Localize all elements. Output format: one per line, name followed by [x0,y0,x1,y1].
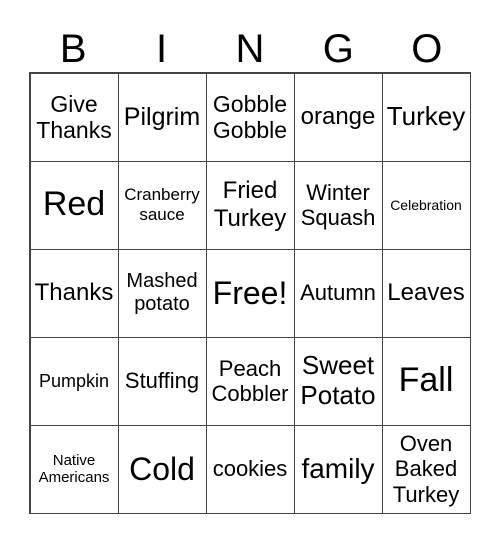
bingo-cell[interactable]: Native Americans [29,424,119,514]
bingo-cell[interactable]: Autumn [293,248,383,338]
bingo-cell[interactable]: Cold [117,424,207,514]
bingo-cell[interactable]: family [293,424,383,514]
bingo-cell[interactable]: Thanks [29,248,119,338]
bingo-cell[interactable]: Cranberry sauce [117,160,207,250]
bingo-header: B I N G O [29,26,471,72]
bingo-cell[interactable]: Red [29,160,119,250]
header-letter-i: I [156,27,168,71]
free-space-cell[interactable]: Free! [205,248,295,338]
bingo-cell[interactable]: Oven Baked Turkey [381,424,471,514]
header-letter-o: O [411,27,443,71]
bingo-cell[interactable]: Pilgrim [117,72,207,162]
bingo-cell[interactable]: Fried Turkey [205,160,295,250]
header-letter-g: G [322,27,354,71]
bingo-cell[interactable]: Celebration [381,160,471,250]
bingo-cell[interactable]: Sweet Potato [293,336,383,426]
bingo-cell[interactable]: Give Thanks [29,72,119,162]
bingo-cell[interactable]: Pumpkin [29,336,119,426]
bingo-cell[interactable]: Fall [381,336,471,426]
bingo-grid: Give Thanks Pilgrim Gobble Gobble orange… [29,72,471,514]
bingo-cell[interactable]: Leaves [381,248,471,338]
bingo-cell[interactable]: cookies [205,424,295,514]
header-letter-b: B [59,27,87,71]
header-letter-n: N [235,27,265,71]
bingo-cell[interactable]: orange [293,72,383,162]
bingo-cell[interactable]: Stuffing [117,336,207,426]
bingo-cell[interactable]: Peach Cobbler [205,336,295,426]
bingo-cell[interactable]: Mashed potato [117,248,207,338]
bingo-cell[interactable]: Winter Squash [293,160,383,250]
bingo-cell[interactable]: Turkey [381,72,471,162]
bingo-cell[interactable]: Gobble Gobble [205,72,295,162]
